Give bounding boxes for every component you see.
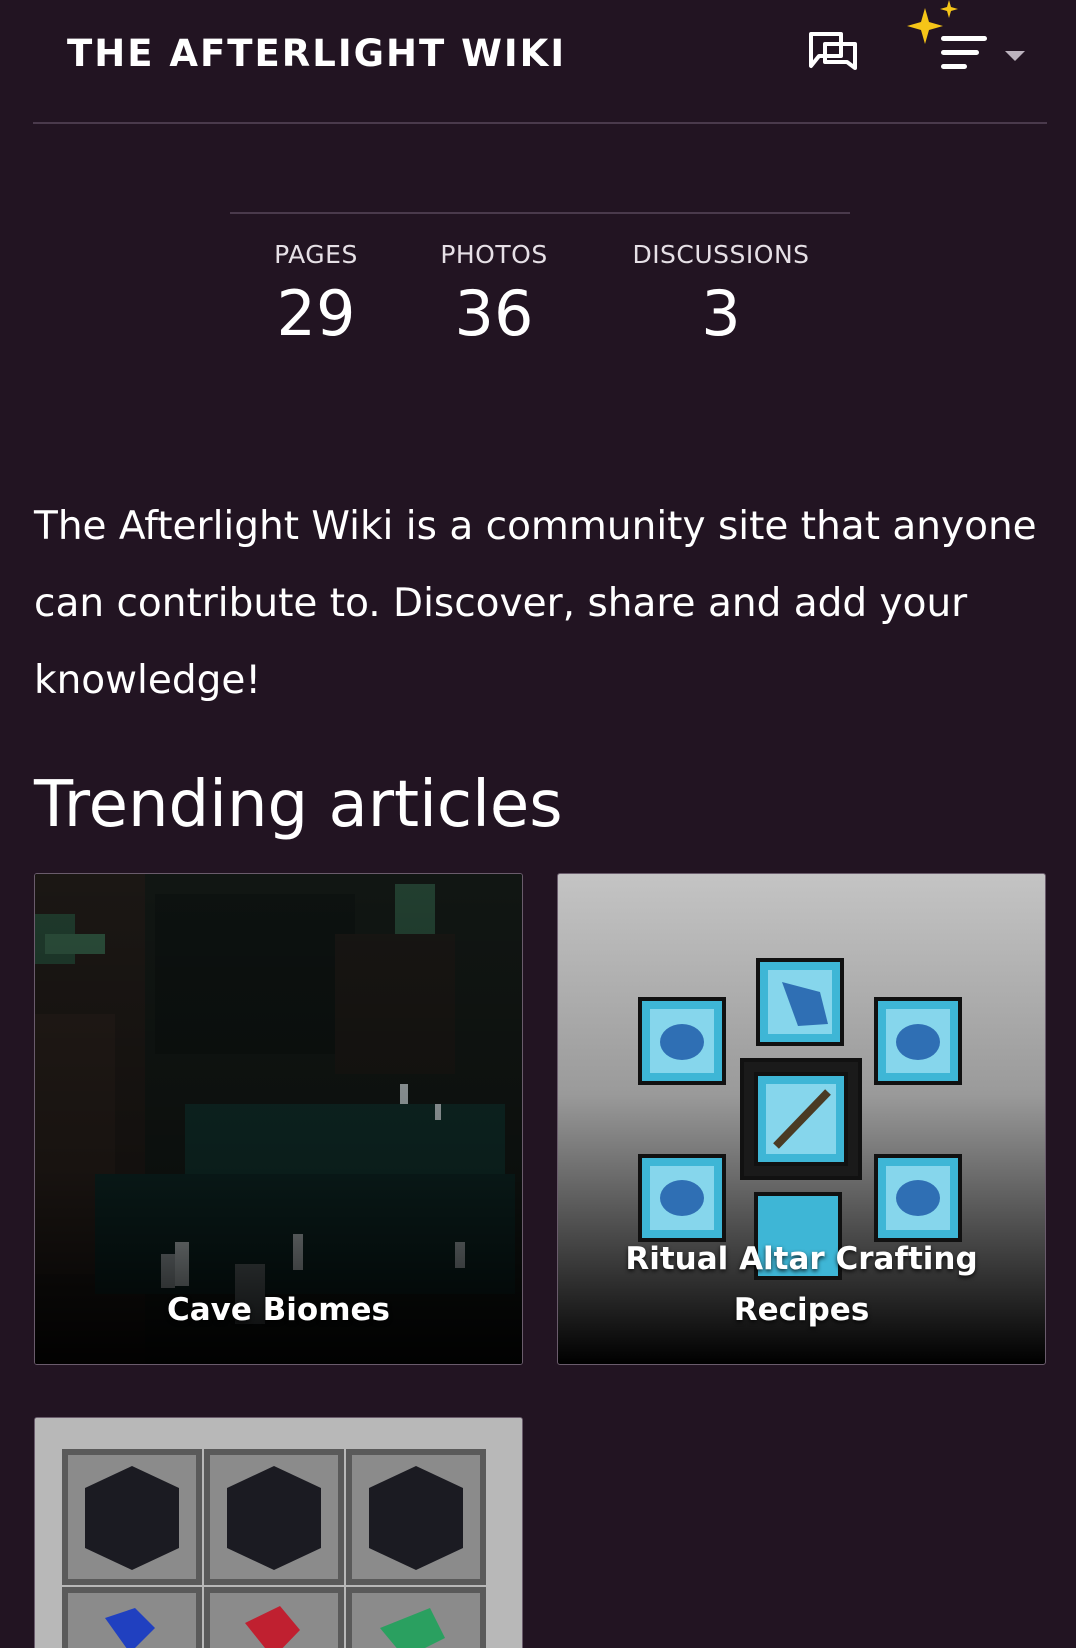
stat-value: 29 [276, 277, 356, 350]
menu-icon [941, 36, 987, 69]
stat-label: DISCUSSIONS [632, 240, 810, 269]
discussions-icon [809, 32, 857, 70]
discussions-button[interactable] [803, 24, 863, 84]
stat-value: 3 [701, 277, 741, 350]
article-title: Ritual Altar Crafting Recipes [625, 1241, 978, 1328]
article-title: Cave Biomes [166, 1292, 391, 1328]
stat-discussions[interactable]: DISCUSSIONS 3 [626, 240, 816, 350]
trending-article-card[interactable]: Cave Biomes [34, 873, 523, 1365]
stats-divider [230, 212, 850, 214]
stat-label: PHOTOS [440, 240, 548, 269]
crafting-grid-image [35, 1418, 522, 1648]
stat-photos[interactable]: PHOTOS 36 [436, 240, 552, 350]
site-title[interactable]: THE AFTERLIGHT WIKI [67, 32, 566, 75]
stat-value: 36 [454, 277, 534, 350]
trending-articles-heading: Trending articles [34, 768, 563, 842]
explore-menu-button[interactable] [873, 0, 1033, 100]
stat-pages[interactable]: PAGES 29 [262, 240, 370, 350]
trending-article-card[interactable]: Ritual Altar Crafting Recipes [557, 873, 1046, 1365]
caret-down-icon [1005, 51, 1025, 61]
trending-article-card[interactable] [34, 1417, 523, 1648]
stat-label: PAGES [274, 240, 358, 269]
site-header: THE AFTERLIGHT WIKI [33, 0, 1047, 124]
wiki-description: The Afterlight Wiki is a community site … [34, 504, 1037, 703]
